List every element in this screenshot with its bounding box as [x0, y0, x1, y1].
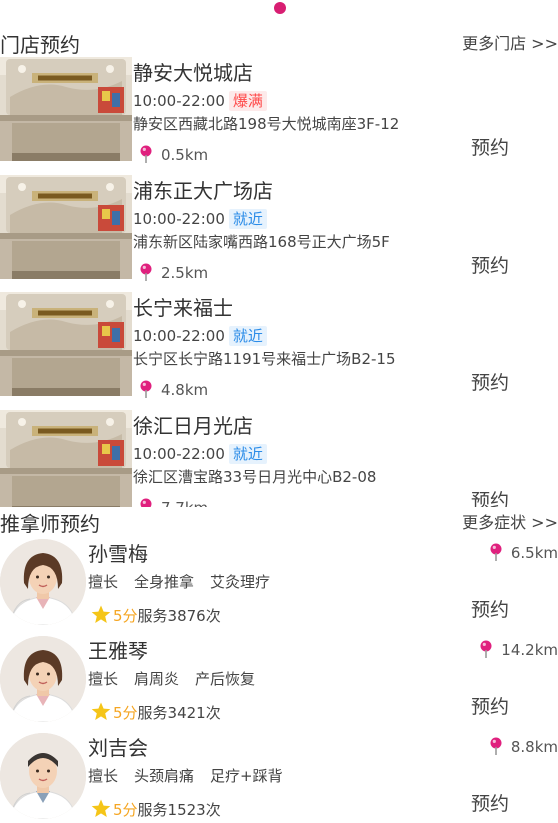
- store-distance: 2.5km: [139, 263, 208, 283]
- location-pin-icon: [139, 145, 153, 163]
- rating-score: 5分: [113, 607, 138, 625]
- therapist-book-button[interactable]: 预约: [471, 598, 509, 622]
- store-card[interactable]: 徐汇日月光店 10:00-22:00 就近 徐汇区漕宝路33号日月光中心B2-08…: [0, 409, 558, 508]
- store-card[interactable]: 静安大悦城店 10:00-22:00 爆满 静安区西藏北路198号大悦城南座3F-…: [0, 57, 558, 175]
- skill-tag: 全身推拿: [134, 573, 195, 591]
- therapist-card[interactable]: 王雅琴 14.2km 擅长 肩周炎 产后恢复 5分服务3421次 预约: [0, 634, 558, 731]
- location-pin-icon: [489, 737, 503, 755]
- store-photo: [0, 174, 132, 279]
- store-book-button[interactable]: 预约: [471, 136, 509, 160]
- store-card[interactable]: 浦东正大广场店 10:00-22:00 就近 浦东新区陆家嘴西路168号正大广场5…: [0, 174, 558, 293]
- store-distance-text: 4.8km: [161, 381, 209, 399]
- therapist-name: 孙雪梅: [88, 542, 148, 566]
- therapist-distance-text: 6.5km: [510, 544, 558, 562]
- store-address: 静安区西藏北路198号大悦城南座3F-12: [133, 115, 400, 133]
- therapist-card[interactable]: 刘吉会 8.8km 擅长 头颈肩痛 足疗+踩背 5分服务1523次 预约: [0, 731, 558, 823]
- store-book-button[interactable]: 预约: [471, 489, 509, 508]
- skill-tag: 产后恢复: [195, 670, 256, 688]
- location-pin-icon: [139, 498, 153, 507]
- store-status-badge: 就近: [228, 443, 267, 464]
- more-stores-link[interactable]: 更多门店 >>: [462, 33, 558, 55]
- skill-tag: 肩周炎: [134, 670, 180, 688]
- store-hours-text: 10:00-22:00: [133, 209, 225, 228]
- therapist-section-header: 推拿师预约 更多症状 >>: [0, 511, 558, 537]
- store-card[interactable]: 长宁来福士 10:00-22:00 就近 长宁区长宁路1191号来福士广场B2-1…: [0, 292, 558, 410]
- store-hours-text: 10:00-22:00: [133, 327, 225, 345]
- therapist-book-button[interactable]: 预约: [471, 792, 509, 816]
- store-address: 长宁区长宁路1191号来福士广场B2-15: [133, 350, 396, 368]
- store-distance: 4.8km: [139, 380, 208, 400]
- therapist-distance-text: 8.8km: [510, 738, 558, 756]
- service-count: 服务3421次: [137, 704, 221, 722]
- therapist-name: 刘吉会: [88, 736, 148, 760]
- skill-tag: 头颈肩痛: [134, 767, 195, 785]
- therapist-skills: 擅长 肩周炎 产后恢复: [88, 669, 271, 689]
- page-indicator-dot: [274, 2, 286, 14]
- store-address: 浦东新区陆家嘴西路168号正大广场5F: [133, 232, 390, 251]
- therapist-book-button[interactable]: 预约: [471, 695, 509, 719]
- store-hours: 10:00-22:00 就近: [133, 208, 267, 229]
- store-section-header: 门店预约 更多门店 >>: [0, 32, 558, 58]
- store-status-badge: 就近: [228, 208, 267, 229]
- rating-score: 5分: [113, 704, 138, 722]
- avatar: [0, 733, 86, 819]
- service-count: 服务1523次: [137, 801, 221, 819]
- star-icon: [91, 702, 111, 721]
- therapist-distance: 6.5km: [489, 543, 558, 563]
- therapist-distance: 14.2km: [479, 640, 558, 660]
- store-photo: [0, 57, 132, 161]
- therapist-card[interactable]: 孙雪梅 6.5km 擅长 全身推拿 艾灸理疗 5分服务3876次 预约: [0, 537, 558, 634]
- store-distance: 0.5km: [139, 145, 208, 165]
- store-name: 徐汇日月光店: [133, 413, 253, 438]
- store-name: 静安大悦城店: [133, 61, 253, 85]
- more-symptoms-link[interactable]: 更多症状 >>: [462, 512, 558, 534]
- store-photo: [0, 409, 132, 507]
- skill-tag: 艾灸理疗: [210, 573, 271, 591]
- therapist-list: 孙雪梅 6.5km 擅长 全身推拿 艾灸理疗 5分服务3876次 预约 王雅琴 14…: [0, 537, 558, 823]
- star-icon: [91, 605, 111, 624]
- store-hours-text: 10:00-22:00: [133, 444, 225, 463]
- store-distance-text: 2.5km: [161, 263, 209, 282]
- skill-tag: 足疗+踩背: [210, 767, 283, 785]
- avatar: [0, 539, 86, 625]
- therapist-distance-text: 14.2km: [501, 641, 558, 659]
- skills-label: 擅长: [88, 670, 119, 688]
- store-distance-text: 7.7km: [161, 499, 208, 508]
- store-book-button[interactable]: 预约: [471, 371, 509, 395]
- store-hours: 10:00-22:00 就近: [133, 443, 267, 464]
- service-count: 服务3876次: [137, 607, 221, 625]
- location-pin-icon: [139, 263, 153, 281]
- skills-label: 擅长: [88, 767, 119, 785]
- store-list: 静安大悦城店 10:00-22:00 爆满 静安区西藏北路198号大悦城南座3F-…: [0, 57, 558, 507]
- store-address: 徐汇区漕宝路33号日月光中心B2-08: [133, 467, 377, 486]
- star-icon: [91, 799, 111, 818]
- store-status-badge: 爆满: [228, 91, 267, 111]
- therapist-skills: 擅长 全身推拿 艾灸理疗: [88, 572, 286, 592]
- therapist-section-title: 推拿师预约: [0, 512, 100, 536]
- skills-label: 擅长: [88, 573, 119, 591]
- store-hours: 10:00-22:00 就近: [133, 326, 267, 346]
- therapist-skills: 擅长 头颈肩痛 足疗+踩背: [88, 766, 299, 786]
- store-book-button[interactable]: 预约: [471, 254, 509, 278]
- store-hours: 10:00-22:00 爆满: [133, 91, 267, 111]
- avatar: [0, 636, 86, 722]
- therapist-rating: 5分服务3876次: [91, 605, 221, 626]
- store-photo: [0, 292, 132, 396]
- store-hours-text: 10:00-22:00: [133, 92, 225, 110]
- location-pin-icon: [489, 543, 503, 561]
- therapist-rating: 5分服务1523次: [91, 799, 221, 820]
- therapist-name: 王雅琴: [88, 639, 148, 663]
- location-pin-icon: [479, 640, 493, 658]
- store-status-badge: 就近: [228, 326, 267, 346]
- location-pin-icon: [139, 380, 153, 398]
- store-section-title: 门店预约: [0, 33, 80, 57]
- store-name: 长宁来福士: [133, 296, 233, 320]
- therapist-rating: 5分服务3421次: [91, 702, 221, 723]
- therapist-distance: 8.8km: [489, 737, 558, 757]
- store-name: 浦东正大广场店: [133, 178, 273, 203]
- rating-score: 5分: [113, 801, 138, 819]
- store-distance-text: 0.5km: [161, 146, 209, 164]
- store-distance: 7.7km: [139, 498, 208, 508]
